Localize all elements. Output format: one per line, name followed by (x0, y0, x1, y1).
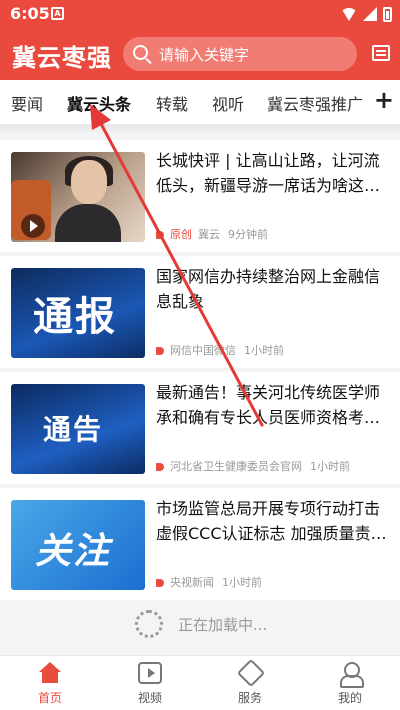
news-title: 国家网信办持续整治网上金融信息乱象 (156, 267, 381, 311)
thumb-text: 通告 (43, 413, 104, 446)
loading-text: 正在加载中... (178, 616, 268, 634)
tab-zhuanzai[interactable]: 转载 (156, 91, 188, 115)
speaker-icon (156, 579, 164, 587)
loading-spinner-icon (135, 610, 163, 638)
newspaper-icon[interactable] (372, 45, 390, 61)
search-bar[interactable]: 请输入关键字 (123, 37, 357, 71)
battery-icon (383, 6, 392, 22)
tab-divider (0, 124, 400, 134)
news-source: 河北省卫生健康委员会官网 (170, 460, 302, 473)
news-tag: 原创 (170, 228, 192, 241)
nav-video[interactable]: 视频 (115, 662, 185, 706)
tab-shiting[interactable]: 视听 (212, 91, 244, 115)
channel-tabs: 要闻 冀云头条 转载 视听 冀云枣强推广 + (0, 80, 400, 124)
signal-icon (363, 7, 377, 21)
news-source: 冀云 (198, 228, 220, 241)
news-meta: 原创 冀云 9分钟前 (156, 226, 268, 242)
news-meta: 央视新闻 1小时前 (156, 574, 262, 590)
news-item[interactable]: 长城快评 | 让高山让路，让河流低头，新疆导游一席话为啥这… 原创 冀云 9分钟前 (0, 140, 400, 252)
news-time: 1小时前 (222, 576, 262, 589)
nav-home[interactable]: 首页 (15, 662, 85, 706)
news-source: 央视新闻 (170, 576, 214, 589)
news-time: 9分钟前 (228, 228, 268, 241)
tab-yaowen[interactable]: 要闻 (11, 91, 43, 115)
thumb-text: 关注 (35, 531, 112, 572)
nav-profile[interactable]: 我的 (315, 662, 385, 706)
news-title: 长城快评 | 让高山让路，让河流低头，新疆导游一席话为啥这… (156, 151, 381, 195)
app-logo: 冀云枣强 (12, 44, 112, 72)
speaker-icon (156, 463, 164, 471)
news-thumbnail: 关注 (11, 500, 145, 590)
news-thumbnail: 通报 (11, 268, 145, 358)
service-icon (238, 662, 262, 684)
bottom-nav: 首页 视频 服务 我的 (0, 655, 400, 710)
news-item[interactable]: 关注 市场监管总局开展专项行动打击虚假CCC认证标志 加强质量责… 央视新闻 1小… (0, 488, 400, 600)
news-source: 网信中国微信 (170, 344, 236, 357)
nav-label: 首页 (37, 691, 62, 705)
profile-icon (338, 662, 364, 688)
news-title: 市场监管总局开展专项行动打击虚假CCC认证标志 加强质量责… (156, 499, 387, 543)
status-bar: 6:05 A (0, 0, 400, 28)
thumb-text: 通报 (33, 294, 117, 340)
news-title: 最新通告！事关河北传统医学师承和确有专长人员医师资格考… (156, 383, 381, 427)
news-item[interactable]: 通报 国家网信办持续整治网上金融信息乱象 网信中国微信 1小时前 (0, 256, 400, 368)
news-time: 1小时前 (310, 460, 350, 473)
nav-label: 服务 (237, 691, 262, 705)
nav-service[interactable]: 服务 (215, 662, 285, 706)
nav-label: 视频 (137, 691, 162, 705)
news-meta: 网信中国微信 1小时前 (156, 342, 284, 358)
news-thumbnail-video (11, 152, 145, 242)
tab-jiyun-zaoqiang-tuiguang[interactable]: 冀云枣强推广 (267, 91, 363, 115)
speaker-icon (156, 231, 164, 239)
news-meta: 河北省卫生健康委员会官网 1小时前 (156, 458, 350, 474)
search-placeholder: 请输入关键字 (159, 46, 250, 64)
home-icon (38, 662, 62, 684)
notification-a-icon: A (51, 7, 64, 20)
play-icon (21, 214, 45, 238)
add-channel-icon[interactable]: + (374, 86, 394, 114)
wifi-icon (341, 7, 357, 21)
tab-jiyun-toutiao[interactable]: 冀云头条 (67, 91, 131, 115)
nav-label: 我的 (337, 691, 362, 705)
news-item[interactable]: 通告 最新通告！事关河北传统医学师承和确有专长人员医师资格考… 河北省卫生健康委… (0, 372, 400, 484)
loading-indicator: 正在加载中... (0, 600, 400, 648)
news-thumbnail: 通告 (11, 384, 145, 474)
search-icon (133, 45, 148, 60)
news-time: 1小时前 (244, 344, 284, 357)
video-icon (138, 662, 162, 684)
status-time: 6:05 (10, 4, 50, 23)
speaker-icon (156, 347, 164, 355)
